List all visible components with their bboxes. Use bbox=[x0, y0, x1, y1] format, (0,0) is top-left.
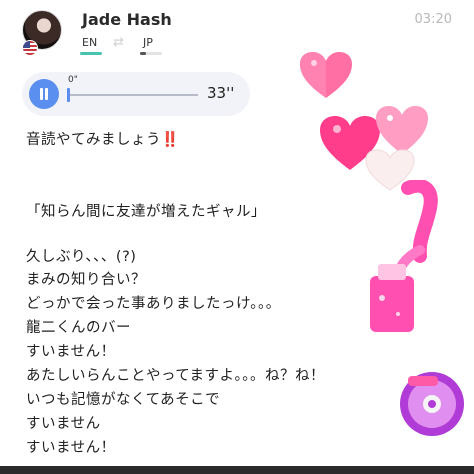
progress-position: 0" bbox=[68, 75, 78, 85]
message-line: あたしいらんことやってますよ。。。ね？ね！ bbox=[26, 368, 326, 384]
nail-polish-sticker bbox=[370, 180, 438, 332]
message-line: どっかで会った事ありましたっけ。。。 bbox=[26, 296, 281, 312]
voice-message-player: 0" 33'' bbox=[22, 72, 250, 116]
cd-sticker bbox=[400, 372, 464, 436]
voice-duration: 33'' bbox=[207, 84, 235, 102]
message-title: 「知らん間に友達が増えたギャル」 bbox=[26, 204, 266, 220]
progress-knob[interactable] bbox=[67, 88, 70, 102]
message-line: 久しぶり、、、(?) bbox=[26, 249, 137, 265]
message-line: すいません！ bbox=[26, 344, 116, 360]
message-line: すいません！ bbox=[26, 440, 116, 456]
glitter-heart-sticker bbox=[300, 52, 352, 98]
lang-to-label[interactable]: JP bbox=[143, 36, 153, 49]
lang-to-indicator bbox=[140, 52, 162, 55]
double-exclamation-icon: ‼️ bbox=[161, 132, 180, 148]
us-flag-icon bbox=[22, 40, 38, 56]
message-line: まみの知り合い？ bbox=[26, 272, 146, 288]
message-intro: 音読やてみましょう‼️ bbox=[26, 128, 180, 149]
bottom-image-strip bbox=[0, 466, 474, 474]
message-time: 03:20 bbox=[414, 12, 452, 27]
swap-icon[interactable]: ⇄ bbox=[113, 35, 124, 50]
pause-icon[interactable] bbox=[29, 79, 59, 109]
contact-name[interactable]: Jade Hash bbox=[82, 10, 172, 29]
message-line: 龍二くんのバー bbox=[26, 320, 131, 336]
lang-from-label[interactable]: EN bbox=[82, 36, 97, 49]
progress-track[interactable] bbox=[70, 94, 198, 96]
message-intro-text: 音読やてみましょう bbox=[26, 132, 161, 148]
message-line: すいません bbox=[26, 416, 101, 432]
chat-header: Jade Hash 03:20 EN ⇄ JP bbox=[0, 0, 474, 62]
message-line: いつも記憶がなくてあそこで bbox=[26, 392, 221, 408]
lang-from-indicator bbox=[80, 52, 102, 55]
